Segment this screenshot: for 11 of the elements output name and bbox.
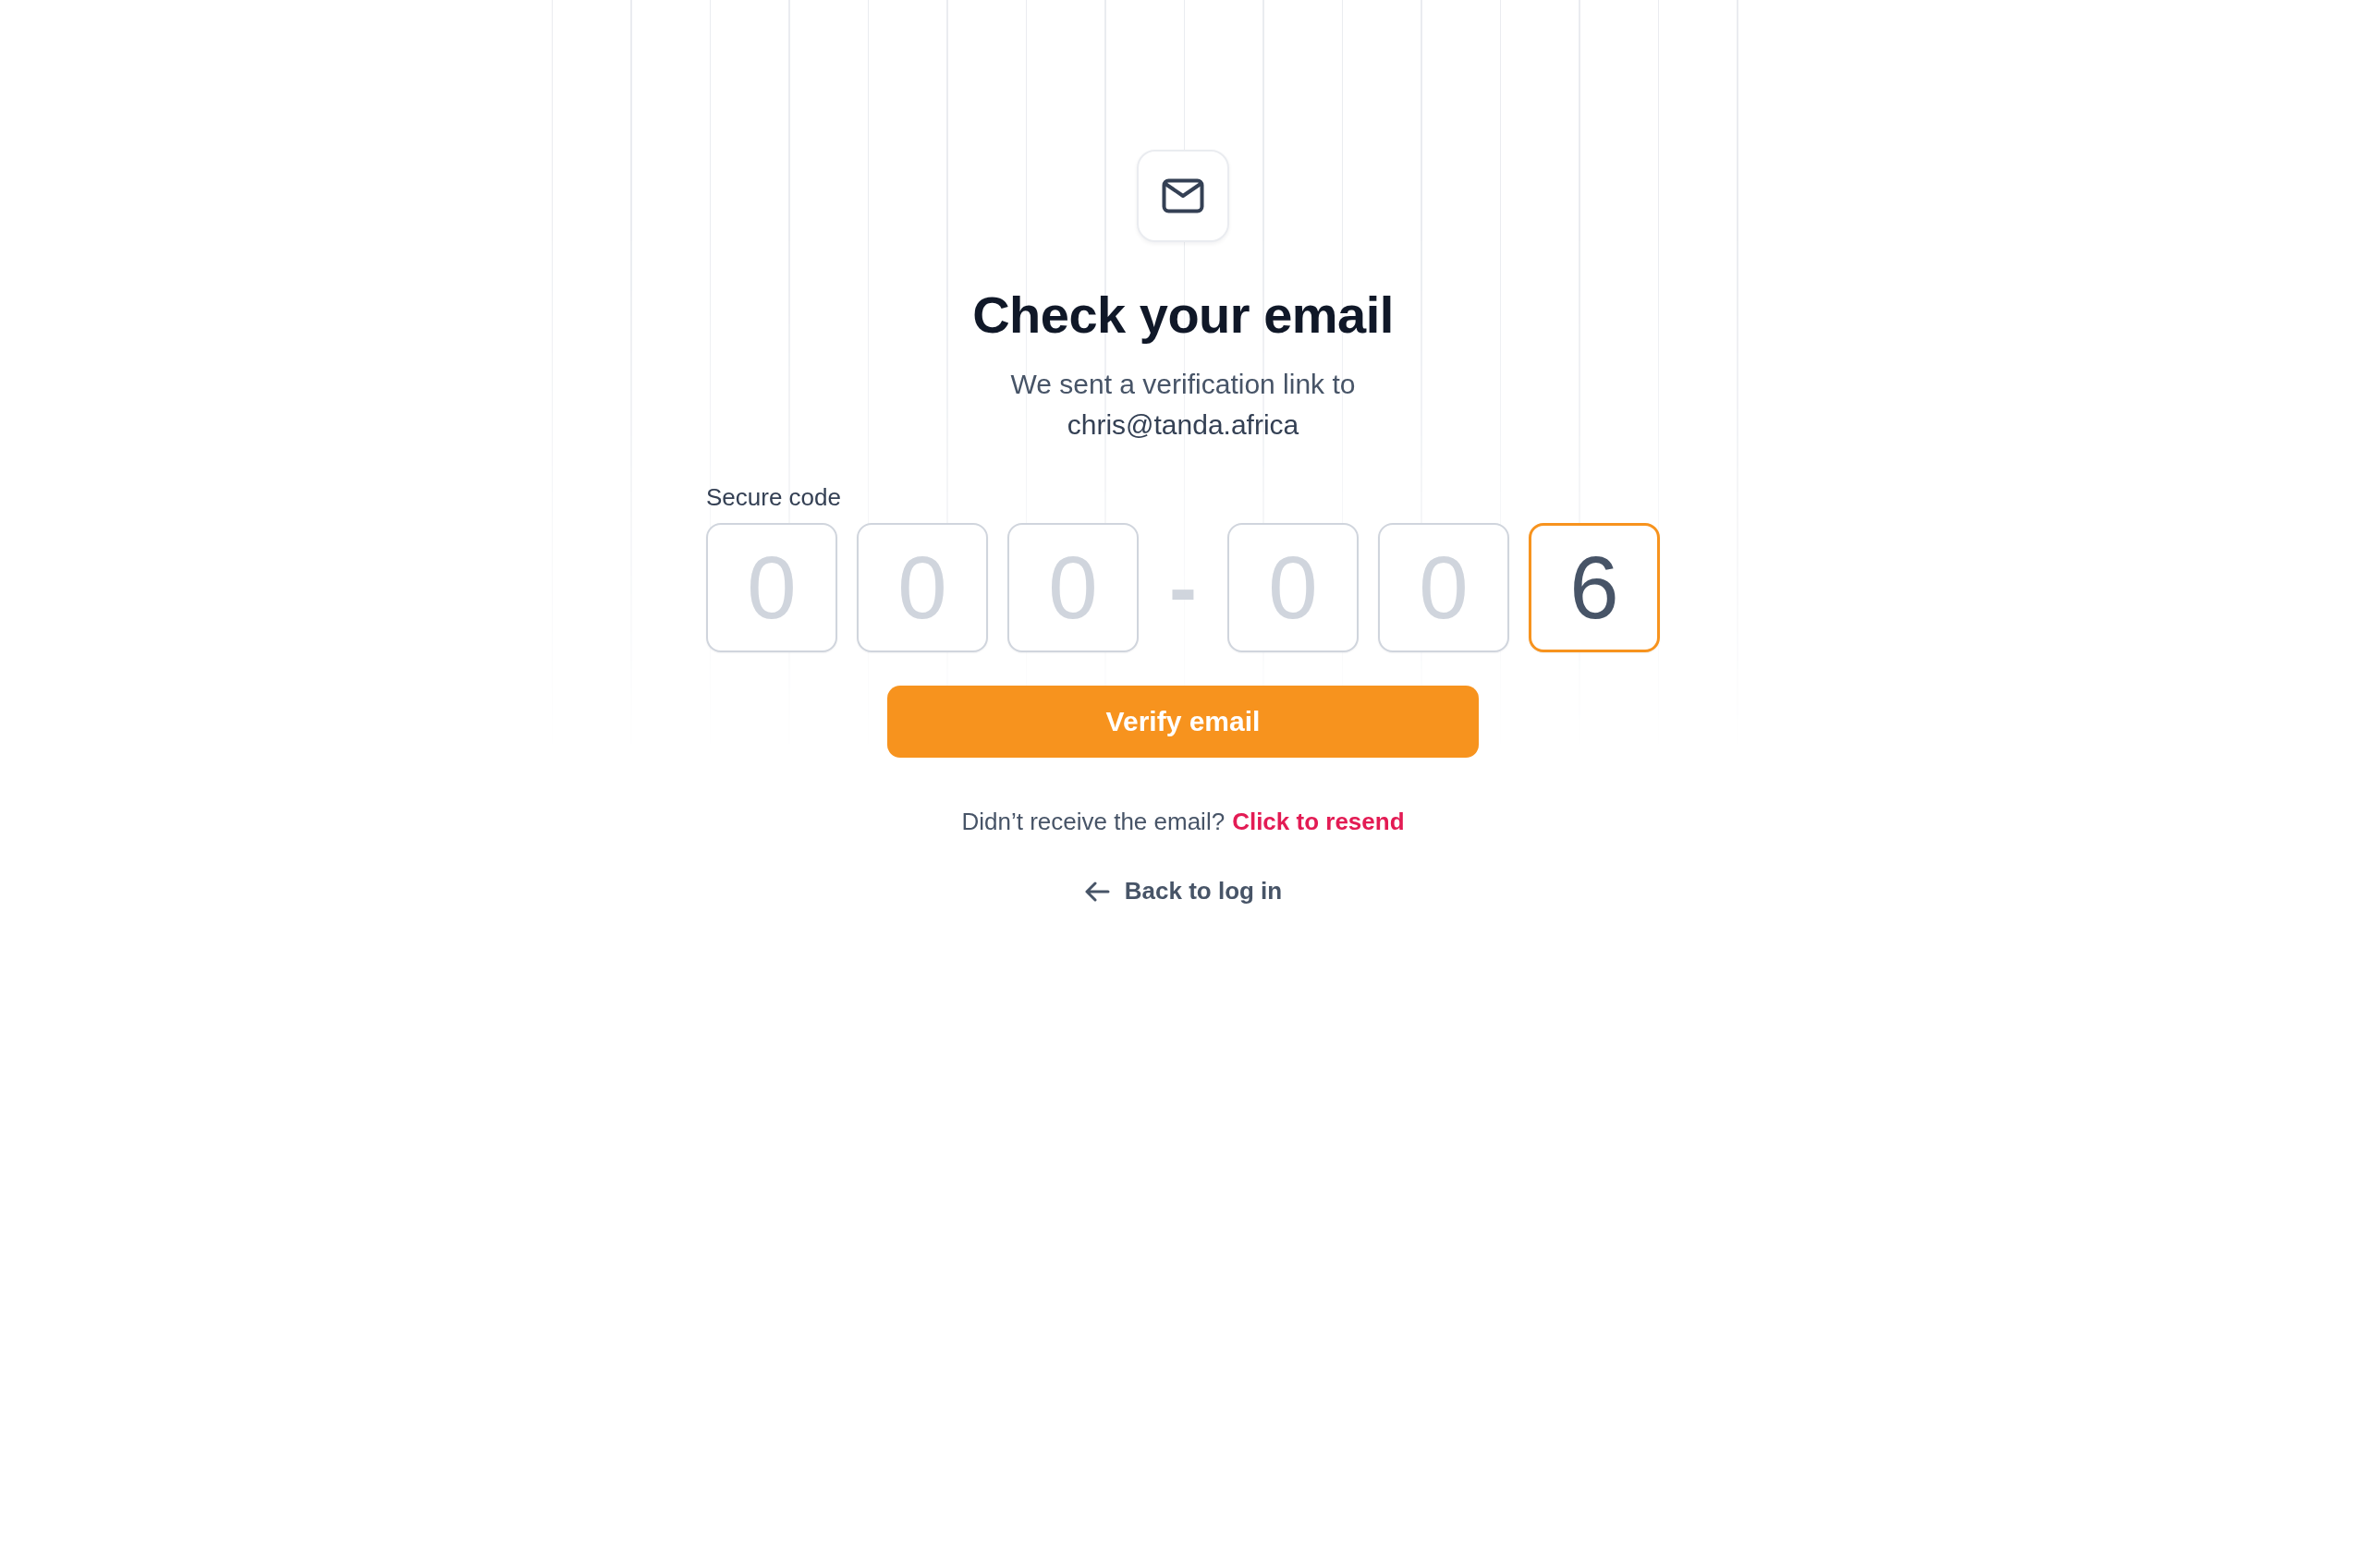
email-address: chris@tanda.africa: [1067, 408, 1299, 442]
page-title: Check your email: [972, 285, 1394, 345]
code-separator: -: [1168, 546, 1198, 629]
back-link[interactable]: Back to log in: [1083, 877, 1283, 906]
arrow-left-icon: [1083, 881, 1110, 902]
resend-prompt: Didn’t receive the email?: [961, 808, 1226, 836]
subtitle-text: We sent a verification link to: [1010, 368, 1356, 401]
code-digit-field[interactable]: 6: [1529, 523, 1660, 652]
field-label: Secure code: [706, 483, 841, 512]
resend-link[interactable]: Click to resend: [1232, 808, 1405, 836]
envelope-icon: [1162, 178, 1204, 213]
